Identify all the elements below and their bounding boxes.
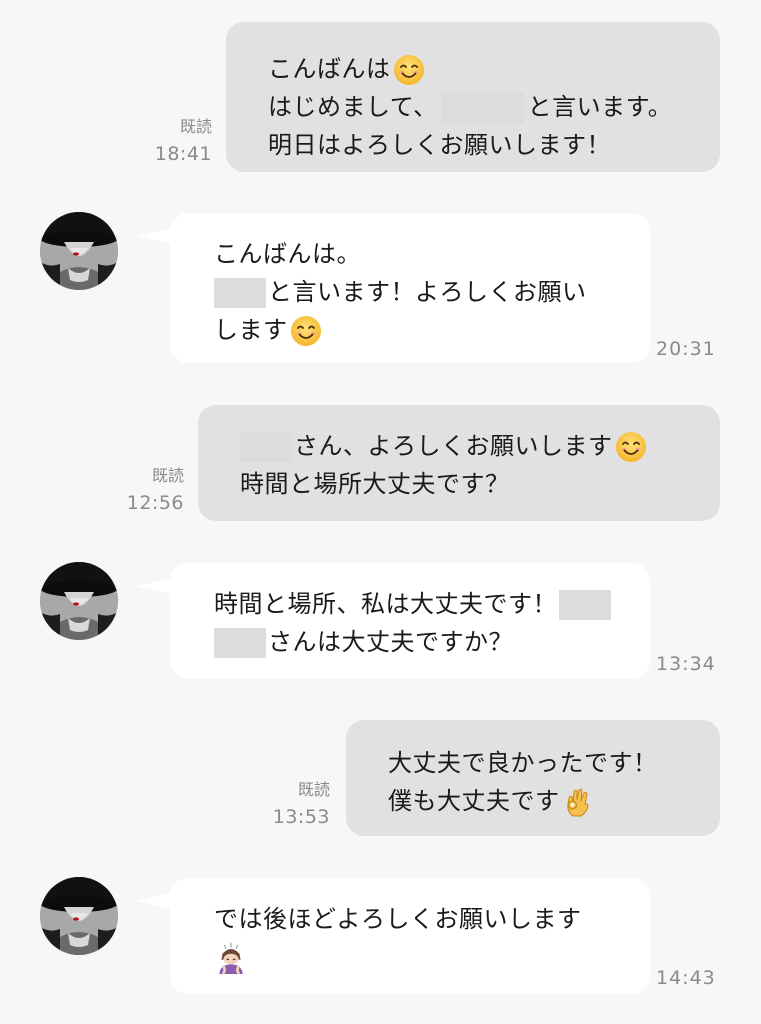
- contact-avatar[interactable]: [40, 562, 118, 640]
- message-text: さんは大丈夫ですか？: [268, 628, 513, 656]
- sent-message-bubble[interactable]: 大丈夫で良かったです！ 僕も大丈夫です: [346, 720, 720, 836]
- ok-hand-icon: [562, 786, 594, 818]
- contact-avatar[interactable]: [40, 877, 118, 955]
- sent-message-bubble[interactable]: こんばんは はじめまして、 と言います。 明日はよろしくお願いします！: [226, 22, 720, 172]
- read-receipt: 既読: [151, 466, 184, 485]
- redacted-name: [441, 93, 524, 123]
- message-text: と言います！よろしくお願い: [268, 278, 587, 306]
- bubble-tail: [136, 578, 172, 594]
- redacted-name: [214, 278, 266, 308]
- read-receipt: 既読: [179, 117, 212, 136]
- received-message-bubble[interactable]: 時間と場所、私は大丈夫です！ さんは大丈夫ですか？: [170, 563, 650, 679]
- redacted-name: [240, 432, 292, 462]
- message-time: 12:56: [126, 492, 184, 514]
- smiling-face-icon: [393, 54, 425, 86]
- smiling-face-icon: [290, 315, 322, 347]
- message-text: さん、よろしくお願いします: [294, 432, 613, 460]
- redacted-name: [559, 590, 611, 620]
- message-text: します: [214, 316, 288, 344]
- person-bowing-icon: [214, 941, 248, 975]
- read-receipt: 既読: [297, 780, 330, 799]
- sent-message-bubble[interactable]: さん、よろしくお願いします 時間と場所大丈夫です？: [198, 405, 720, 521]
- message-text: こんばんは。: [214, 240, 361, 268]
- message-meta: 既読 13:53: [246, 778, 330, 832]
- message-meta: 既読 12:56: [100, 464, 184, 518]
- message-text: こんばんは: [268, 55, 391, 83]
- bubble-tail: [136, 228, 172, 244]
- message-text: 僕も大丈夫です: [388, 787, 560, 815]
- bubble-tail: [136, 893, 172, 909]
- message-time: 18:41: [154, 143, 212, 165]
- message-meta: 既読 18:41: [120, 115, 212, 169]
- contact-avatar[interactable]: [40, 212, 118, 290]
- redacted-name: [214, 628, 266, 658]
- message-text: 時間と場所大丈夫です？: [240, 470, 510, 498]
- received-message-bubble[interactable]: では後ほどよろしくお願いします: [170, 878, 650, 994]
- message-text: と言います。: [527, 93, 673, 121]
- message-text: 明日はよろしくお願いします！: [268, 131, 611, 159]
- message-time: 14:43: [656, 967, 716, 989]
- smiling-face-icon: [615, 431, 647, 463]
- message-text: では後ほどよろしくお願いします: [214, 905, 582, 933]
- message-time: 20:31: [656, 338, 716, 360]
- message-text: はじめまして、: [268, 93, 438, 121]
- message-time: 13:34: [656, 653, 716, 675]
- message-text: 大丈夫で良かったです！: [388, 749, 658, 777]
- received-message-bubble[interactable]: こんばんは。 と言います！よろしくお願い します: [170, 213, 650, 363]
- message-time: 13:53: [272, 806, 330, 828]
- message-text: 時間と場所、私は大丈夫です！: [214, 590, 557, 618]
